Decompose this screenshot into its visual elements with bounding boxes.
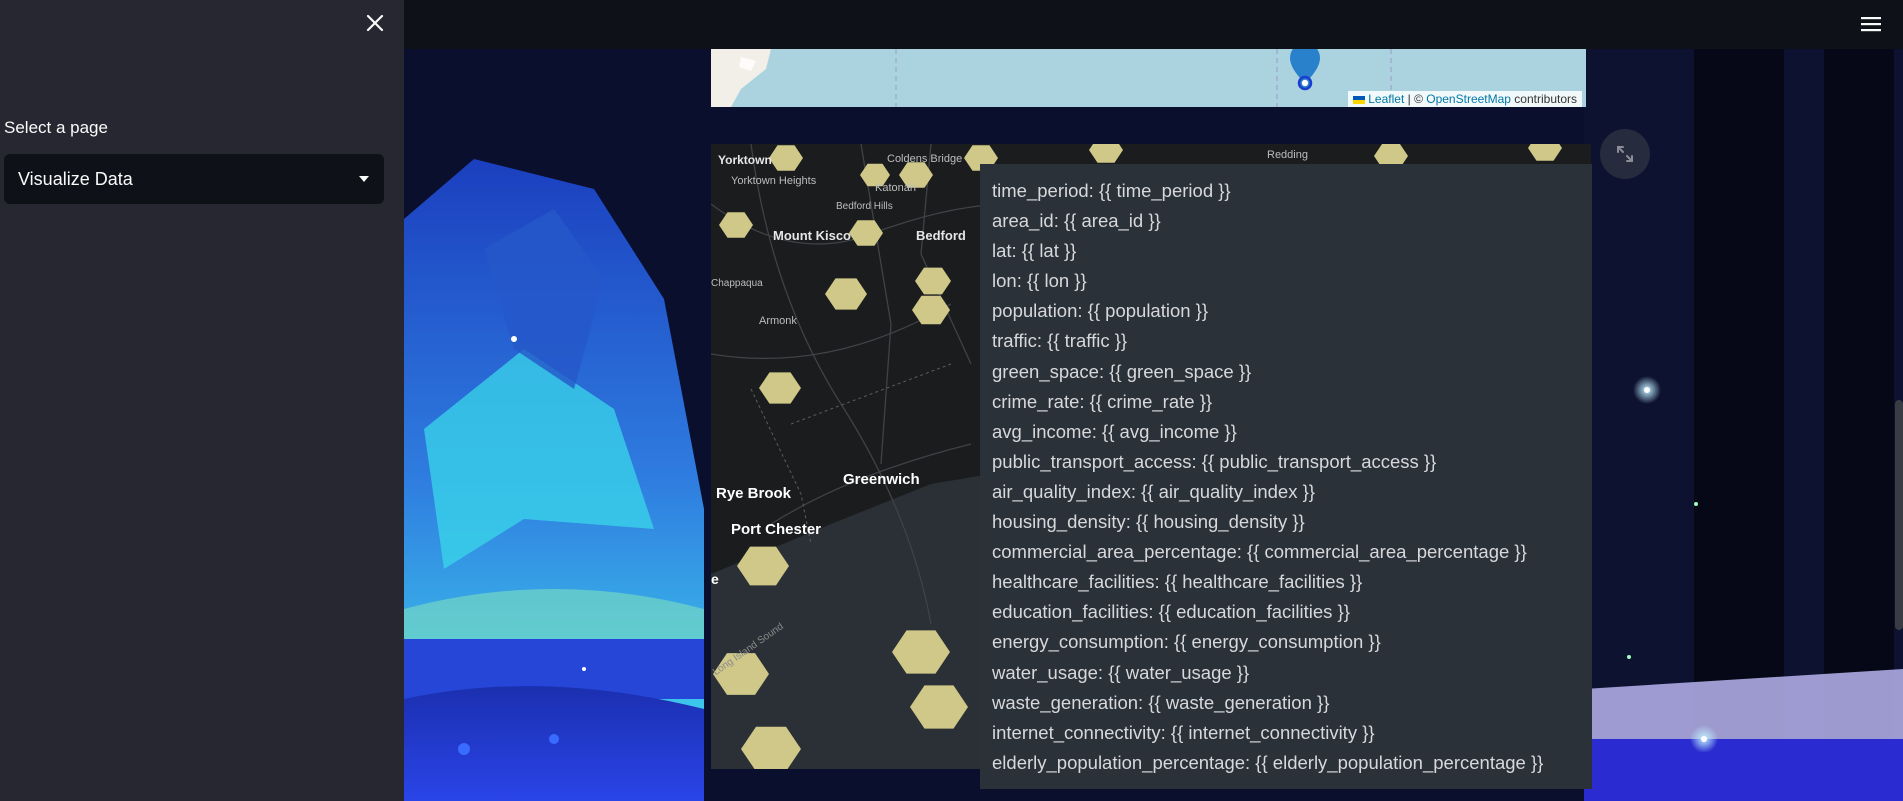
tooltip-row: population: {{ population }} [992, 300, 1209, 322]
tooltip-row: education_facilities: {{ education_facil… [992, 601, 1350, 623]
tooltip-row: traffic: {{ traffic }} [992, 330, 1128, 352]
place-label: Rye Brook [716, 485, 792, 502]
place-label: Yorktown Heights [731, 175, 817, 187]
leaflet-link[interactable]: Leaflet [1368, 92, 1404, 106]
tooltip-row: green_space: {{ green_space }} [992, 360, 1252, 382]
place-label: Yorktown [718, 153, 772, 167]
sidebar: Select a page Visualize Data [0, 0, 404, 801]
place-label: Mount Kisco [773, 228, 851, 243]
tooltip-row: area_id: {{ area_id }} [992, 210, 1161, 232]
hamburger-menu-icon [1861, 17, 1881, 32]
close-icon [366, 14, 384, 32]
place-label: Port Chester [731, 521, 822, 538]
place-label: Redding [1267, 149, 1308, 161]
place-label: Chappaqua [711, 278, 763, 289]
place-label: Bedford [916, 228, 966, 243]
place-label: e [711, 571, 719, 587]
tooltip-row: water_usage: {{ water_usage }} [992, 661, 1250, 683]
place-label: Long Island Sound [711, 621, 786, 679]
tooltip-row: waste_generation: {{ waste_generation }} [992, 691, 1330, 713]
select-page-label: Select a page [4, 118, 108, 137]
osm-link[interactable]: OpenStreetMap [1426, 92, 1511, 106]
tooltip-row: elderly_population_percentage: {{ elderl… [992, 751, 1544, 773]
map-attribution: Leaflet | © OpenStreetMap contributors [1347, 91, 1582, 107]
tooltip-row: time_period: {{ time_period }} [992, 180, 1231, 201]
tooltip-row: air_quality_index: {{ air_quality_index … [992, 480, 1315, 502]
attribution-separator: | © [1404, 92, 1427, 106]
tooltip-row: lon: {{ lon }} [992, 270, 1087, 292]
expand-icon [1617, 146, 1633, 162]
tooltip-row: crime_rate: {{ crime_rate }} [992, 390, 1213, 412]
caret-down-icon [359, 176, 369, 182]
place-label: Katonah [875, 182, 916, 194]
tooltip-row: commercial_area_percentage: {{ commercia… [992, 541, 1527, 563]
tooltip-row: healthcare_facilities: {{ healthcare_fac… [992, 571, 1363, 593]
attribution-suffix: contributors [1510, 92, 1577, 106]
tooltip-row: energy_consumption: {{ energy_consumptio… [992, 631, 1381, 653]
page-select-value: Visualize Data [18, 168, 133, 189]
tooltip-row: housing_density: {{ housing_density }} [992, 511, 1305, 533]
place-label: Greenwich [843, 471, 920, 488]
tooltip-row: lat: {{ lat }} [992, 240, 1077, 262]
map-pin-icon[interactable] [1288, 49, 1322, 91]
fullscreen-button[interactable] [1600, 129, 1650, 179]
ukraine-flag-icon [1352, 95, 1365, 104]
app-header [404, 0, 1903, 49]
top-map[interactable]: Leaflet | © OpenStreetMap contributors [711, 49, 1586, 107]
page-select[interactable]: Visualize Data [4, 154, 384, 204]
tooltip-row: internet_connectivity: {{ internet_conne… [992, 721, 1375, 743]
tooltip-row: avg_income: {{ avg_income }} [992, 420, 1237, 442]
close-sidebar-button[interactable] [362, 10, 388, 36]
place-label: Bedford Hills [836, 201, 893, 212]
main-menu-button[interactable] [1859, 12, 1883, 36]
hex-tooltip: time_period: {{ time_period }} area_id: {… [980, 164, 1592, 789]
page-scrollbar[interactable] [1895, 400, 1903, 630]
place-label: Coldens Bridge [887, 153, 963, 165]
place-label: Armonk [759, 315, 797, 327]
tooltip-row: public_transport_access: {{ public_trans… [992, 450, 1437, 472]
